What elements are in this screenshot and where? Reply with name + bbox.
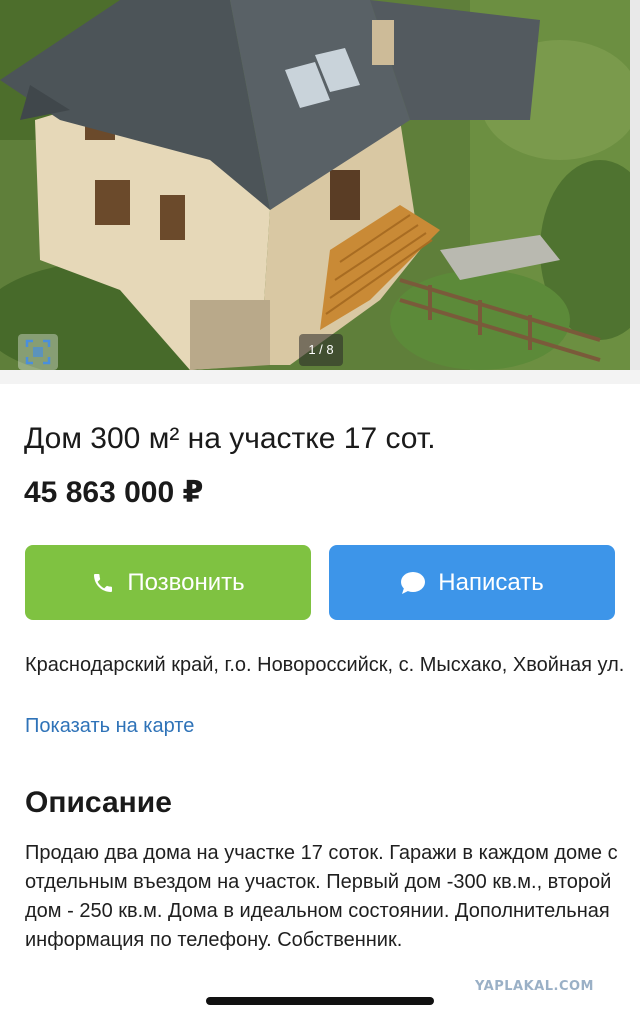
address-text: Краснодарский край, г.о. Новороссийск, с…	[25, 654, 625, 676]
message-button-label: Написать	[438, 568, 544, 596]
fullscreen-icon	[25, 339, 51, 365]
description-heading: Описание	[25, 786, 172, 819]
message-button[interactable]: Написать	[329, 545, 615, 620]
phone-icon	[91, 571, 115, 595]
chat-bubble-icon	[400, 571, 426, 595]
description-text: Продаю два дома на участке 17 соток. Гар…	[25, 842, 618, 951]
house-photo-image	[0, 0, 640, 370]
fullscreen-button[interactable]	[18, 334, 58, 370]
gallery-divider	[0, 370, 640, 384]
home-indicator[interactable]	[206, 997, 434, 1005]
call-button[interactable]: Позвонить	[25, 545, 311, 620]
listing-title: Дом 300 м² на участке 17 сот.	[24, 422, 436, 455]
next-photo-peek[interactable]	[630, 0, 640, 370]
listing-photo[interactable]: 1 / 8	[0, 0, 640, 370]
listing-price: 45 863 000 ₽	[24, 476, 204, 509]
call-button-label: Позвонить	[127, 568, 245, 596]
photo-counter: 1 / 8	[299, 334, 343, 366]
watermark: YAPLAKAL.COM	[475, 979, 594, 994]
show-on-map-link[interactable]: Показать на карте	[25, 711, 194, 741]
